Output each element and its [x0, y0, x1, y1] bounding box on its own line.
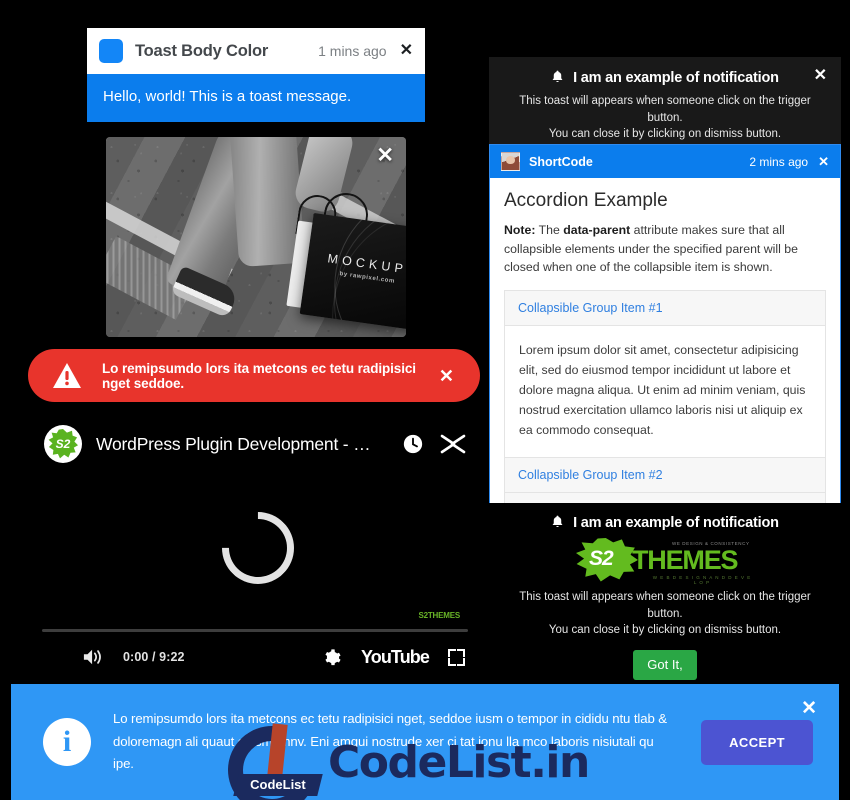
player-header-actions [402, 433, 466, 455]
accordion: Collapsible Group Item #1 Lorem ipsum do… [504, 290, 826, 528]
bell-icon [552, 70, 563, 82]
toast-timestamp: 1 mins ago [318, 43, 387, 59]
accordion-item: Collapsible Group Item #1 Lorem ipsum do… [504, 290, 826, 457]
warning-triangle-icon [53, 363, 81, 388]
logo-mark: S2 [589, 547, 614, 570]
panel-note: Note: The data-parent attribute makes su… [504, 221, 826, 277]
accordion-item: Collapsible Group Item #2 [504, 456, 826, 492]
notification-title-2: I am an example of notification [573, 515, 779, 531]
note-pre: The [535, 223, 564, 237]
notification-body: This toast will appears when someone cli… [505, 93, 825, 143]
screenshot-root: Toast Body Color 1 mins ago ✕ Hello, wor… [0, 0, 850, 800]
shortcode-panel: ShortCode 2 mins ago ✕ Accordion Example… [489, 144, 841, 543]
s2themes-logo: S2 THEMES WE DESIGN & CONSISTENCY W E B … [576, 538, 754, 585]
logo-tagline-bottom: W E B D E S I G N A N D D E V E L O P [652, 575, 752, 585]
gear-icon[interactable] [323, 648, 342, 667]
notification-line-1: This toast will appears when someone cli… [519, 591, 811, 620]
panel-header: ShortCode 2 mins ago ✕ [490, 145, 840, 178]
alert-danger: Lo remipsumdo lors ita metcons ec tetu r… [28, 349, 480, 402]
player-right-controls: YouTube [323, 647, 465, 668]
info-icon: i [43, 718, 91, 766]
player-header: S2 WordPress Plugin Development - Ho... [30, 413, 480, 475]
logo-tagline-top: WE DESIGN & CONSISTENCY [672, 541, 750, 546]
notification-line-2: You can close it by clicking on dismiss … [548, 128, 782, 141]
clock-icon[interactable] [402, 433, 424, 455]
toast-color-swatch [99, 39, 123, 63]
mockup-image-card: MOCKUP by rawpixel.com ✕ [106, 137, 406, 337]
toast-message: Hello, world! This is a toast message. [87, 74, 425, 122]
avatar [501, 152, 520, 171]
cookie-consent-banner: i Lo remipsumdo lors ita metcons ec tetu… [11, 684, 839, 800]
channel-avatar[interactable]: S2 [44, 425, 82, 463]
toast-header: Toast Body Color 1 mins ago ✕ [87, 28, 425, 74]
volume-icon[interactable] [82, 647, 104, 667]
cookie-message: Lo remipsumdo lors ita metcons ec tetu r… [113, 710, 667, 772]
share-icon[interactable] [440, 433, 466, 455]
panel-timestamp: 2 mins ago [749, 154, 809, 169]
accordion-header-2[interactable]: Collapsible Group Item #2 [505, 457, 825, 492]
panel-title: ShortCode [529, 154, 593, 169]
alert-message: Lo remipsumdo lors ita metcons ec tetu r… [102, 360, 416, 391]
panel-body: Accordion Example Note: The data-parent … [490, 178, 840, 542]
photo-close-icon[interactable]: ✕ [376, 145, 394, 166]
notification-toast-bottom: I am an example of notification S2 THEME… [489, 503, 841, 699]
notification-body-2: This toast will appears when someone cli… [505, 589, 825, 639]
note-code: data-parent [563, 223, 631, 237]
video-progress-bar[interactable] [42, 629, 468, 632]
notification-close-icon[interactable]: ✕ [814, 68, 827, 84]
player-watermark: S2THEMES [418, 611, 460, 620]
bell-icon [552, 515, 563, 527]
player-controls: 0:00 / 9:22 YouTube [30, 634, 480, 680]
notification-line-1: This toast will appears when someone cli… [519, 95, 811, 124]
notification-title-row: I am an example of notification [505, 70, 825, 86]
logo-wordmark: THEMES [632, 545, 739, 575]
toast-notification: Toast Body Color 1 mins ago ✕ Hello, wor… [87, 28, 425, 122]
notification-title: I am an example of notification [573, 70, 779, 86]
alert-close-icon[interactable]: ✕ [439, 367, 454, 385]
fullscreen-icon[interactable] [448, 648, 465, 666]
notification-line-2: You can close it by clicking on dismiss … [548, 624, 782, 637]
s2-logo-icon: S2 [48, 429, 78, 459]
notification-title-row-2: I am an example of notification [505, 515, 825, 531]
toast-title: Toast Body Color [135, 41, 269, 60]
accordion-header-1[interactable]: Collapsible Group Item #1 [505, 291, 825, 326]
note-label: Note: [504, 223, 536, 237]
video-title[interactable]: WordPress Plugin Development - Ho... [96, 434, 371, 455]
youtube-wordmark: YouTube [360, 646, 430, 667]
accept-button[interactable]: ACCEPT [701, 719, 813, 765]
cookie-close-icon[interactable]: ✕ [801, 699, 817, 718]
accordion-body-1: Lorem ipsum dolor sit amet, consectetur … [505, 325, 825, 457]
panel-close-icon[interactable]: ✕ [818, 155, 829, 168]
toast-close-icon[interactable]: ✕ [400, 43, 413, 59]
panel-heading: Accordion Example [504, 190, 668, 211]
pause-button[interactable] [45, 648, 60, 666]
video-time: 0:00 / 9:22 [123, 650, 185, 664]
got-it-button[interactable]: Got It, [633, 650, 697, 681]
